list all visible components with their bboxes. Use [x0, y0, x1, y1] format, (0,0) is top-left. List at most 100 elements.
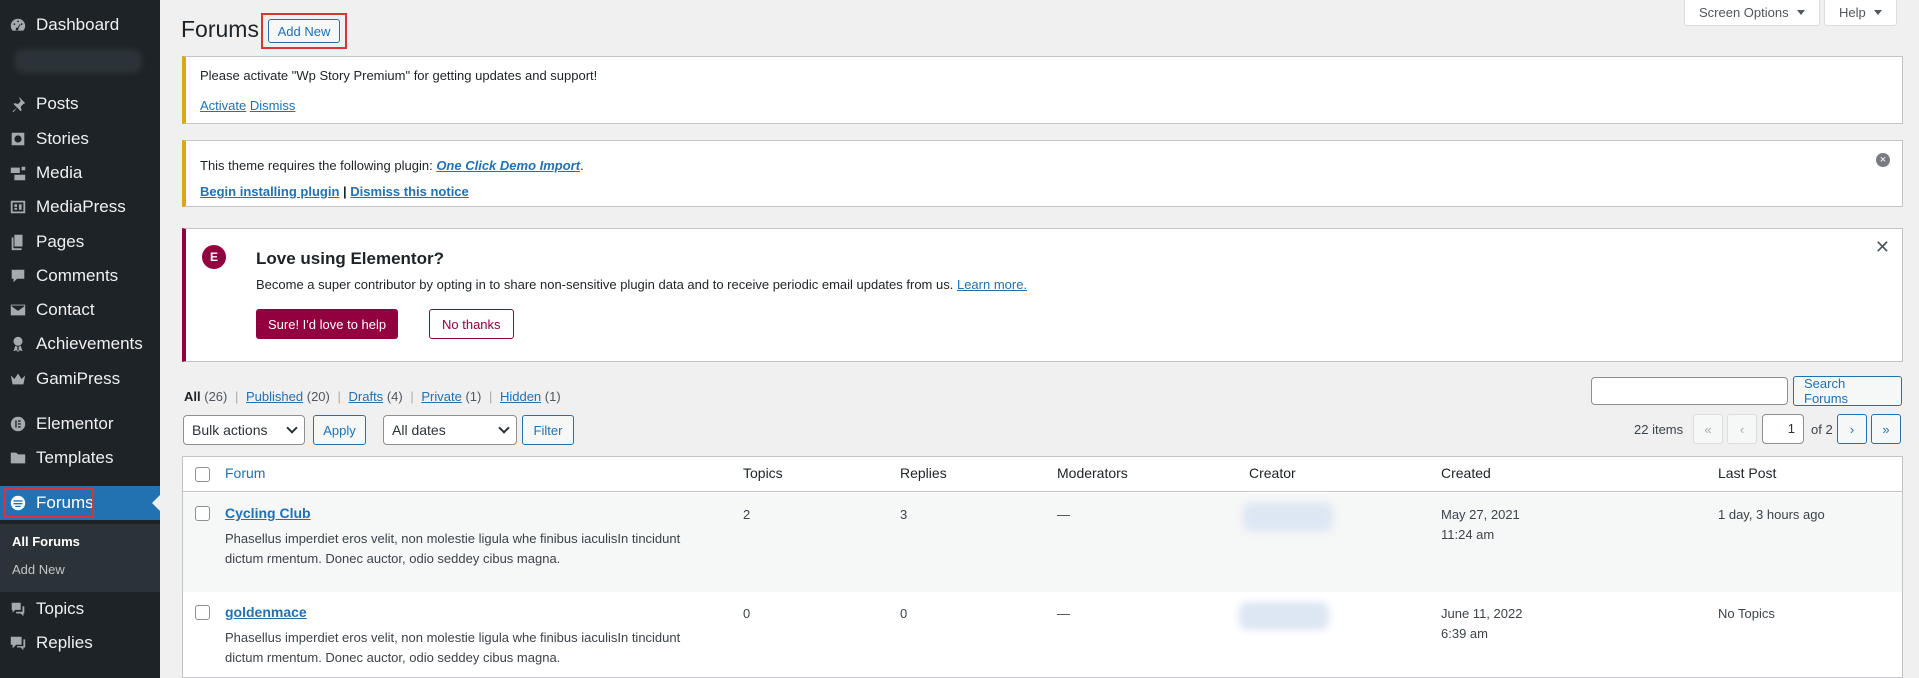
notice-text-main: This theme requires the following plugin… [200, 158, 433, 173]
table-row: goldenmace Phasellus imperdiet eros veli… [183, 592, 1902, 678]
page-title: Forums [181, 16, 259, 42]
search-input[interactable] [1591, 377, 1788, 405]
folder-icon [0, 441, 36, 475]
moderators-value: — [1057, 507, 1070, 522]
view-all[interactable]: All [184, 389, 201, 404]
next-page-button[interactable]: › [1837, 414, 1867, 444]
column-creator: Creator [1249, 465, 1296, 481]
select-all-checkbox[interactable] [195, 467, 210, 482]
column-replies: Replies [900, 465, 947, 481]
total-pages: of 2 [1811, 422, 1833, 437]
no-thanks-button[interactable]: No thanks [429, 309, 514, 339]
forums-table: Forum Topics Replies Moderators Creator … [182, 456, 1903, 678]
current-page-input[interactable]: 1 [1762, 414, 1804, 444]
close-circle-icon[interactable]: × [1876, 153, 1890, 167]
column-forum[interactable]: Forum [225, 465, 265, 481]
row-checkbox[interactable] [195, 605, 210, 620]
view-count: (26) [204, 389, 228, 404]
sidebar-item-label: Elementor [36, 414, 114, 433]
sidebar-item-label: Templates [36, 448, 114, 467]
screen-options-button[interactable]: Screen Options [1684, 0, 1820, 26]
sidebar-item-label: Contact [36, 300, 95, 319]
sidebar-item-replies[interactable]: Replies [0, 626, 160, 660]
dismiss-notice-link[interactable]: Dismiss this notice [350, 184, 468, 199]
sidebar-item-gamipress[interactable]: GamiPress [0, 362, 160, 396]
sidebar-item-label: GamiPress [36, 369, 121, 388]
status-filter-links: All (26) | Published (20) | Drafts (4) |… [184, 389, 561, 404]
dismiss-link[interactable]: Dismiss [250, 98, 296, 113]
sidebar-item-comments[interactable]: Comments [0, 259, 160, 293]
close-icon[interactable]: ✕ [1875, 237, 1890, 258]
moderators-value: — [1057, 606, 1070, 621]
sidebar-item-dashboard[interactable]: Dashboard [0, 8, 160, 42]
replies-count: 3 [900, 507, 908, 522]
activate-link[interactable]: Activate [200, 98, 246, 113]
sidebar-item-media[interactable]: Media [0, 156, 160, 190]
sidebar-item-mediapress[interactable]: MediaPress [0, 190, 160, 224]
sidebar-item-posts[interactable]: Posts [0, 87, 160, 121]
sidebar-item-label: Topics [36, 599, 85, 618]
created-date-time: 6:39 am [1441, 626, 1488, 641]
row-checkbox[interactable] [195, 506, 210, 521]
mediapress-icon [0, 190, 36, 224]
sidebar-item-contact[interactable]: Contact [0, 293, 160, 327]
notice-actions: Begin installing plugin | Dismiss this n… [200, 184, 469, 199]
opt-in-button[interactable]: Sure! I'd love to help [256, 309, 399, 339]
learn-more-link[interactable]: Learn more. [957, 277, 1027, 292]
apply-button[interactable]: Apply [313, 415, 366, 445]
sidebar-item-label: Pages [36, 232, 85, 251]
sidebar-item-topics[interactable]: Topics [0, 592, 160, 626]
screen-options-label: Screen Options [1699, 5, 1789, 20]
submenu-all-forums[interactable]: All Forums [12, 534, 80, 549]
view-count: (1) [544, 389, 561, 404]
sidebar-item-elementor[interactable]: Elementor [0, 407, 160, 441]
sidebar-item-label: Stories [36, 129, 89, 148]
bulk-actions-select[interactable]: Bulk actions [183, 415, 305, 445]
replies-icon [0, 626, 36, 660]
forum-title-link[interactable]: Cycling Club [225, 505, 311, 521]
elementor-text-main: Become a super contributor by opting in … [256, 277, 954, 292]
filter-button[interactable]: Filter [522, 415, 574, 445]
sidebar-item-pages[interactable]: Pages [0, 225, 160, 259]
sidebar-item-label: Achievements [36, 334, 143, 353]
created-date-day: May 27, 2021 [1441, 507, 1520, 522]
view-published[interactable]: Published [246, 389, 303, 404]
chevron-down-icon [498, 422, 510, 434]
plugin-link[interactable]: One Click Demo Import [436, 158, 580, 173]
view-hidden[interactable]: Hidden [500, 389, 541, 404]
last-page-button[interactable]: » [1871, 414, 1901, 444]
help-button[interactable]: Help [1824, 0, 1897, 26]
forum-description: Phasellus imperdiet eros velit, non mole… [225, 531, 681, 566]
column-created: Created [1441, 465, 1491, 481]
dashboard-icon [0, 8, 36, 42]
sidebar-item-stories[interactable]: Stories [0, 122, 160, 156]
date-filter-select[interactable]: All dates [383, 415, 517, 445]
created-date: May 27, 2021 11:24 am [1441, 505, 1520, 545]
separator: | [410, 389, 414, 404]
items-count: 22 items [1634, 422, 1684, 437]
view-private[interactable]: Private [421, 389, 461, 404]
search-forums-button[interactable]: Search Forums [1793, 376, 1902, 406]
separator: | [343, 184, 347, 199]
sidebar-item-achievements[interactable]: Achievements [0, 327, 160, 361]
submenu-add-new[interactable]: Add New [12, 562, 65, 577]
sidebar-item-templates[interactable]: Templates [0, 441, 160, 475]
caret-down-icon [1873, 10, 1882, 15]
topics-count: 0 [743, 606, 751, 621]
main-content: Screen Options Help Forums Add New Pleas… [160, 0, 1919, 678]
theme-plugin-notice: This theme requires the following plugin… [182, 140, 1903, 207]
forum-description: Phasellus imperdiet eros velit, non mole… [225, 630, 681, 665]
sidebar-item-label: Dashboard [36, 15, 120, 34]
elementor-logo-icon: E [202, 245, 226, 269]
sidebar-item-label: MediaPress [36, 197, 126, 216]
stories-icon [0, 122, 36, 156]
notice-text: This theme requires the following plugin… [200, 158, 584, 173]
elementor-notice-text: Become a super contributor by opting in … [256, 277, 1027, 292]
media-icon [0, 156, 36, 190]
view-drafts[interactable]: Drafts [349, 389, 384, 404]
begin-installing-link[interactable]: Begin installing plugin [200, 184, 339, 199]
add-new-button[interactable]: Add New [268, 19, 340, 43]
topics-icon [0, 592, 36, 626]
forum-title-link[interactable]: goldenmace [225, 604, 307, 620]
last-post-value: No Topics [1718, 606, 1775, 621]
